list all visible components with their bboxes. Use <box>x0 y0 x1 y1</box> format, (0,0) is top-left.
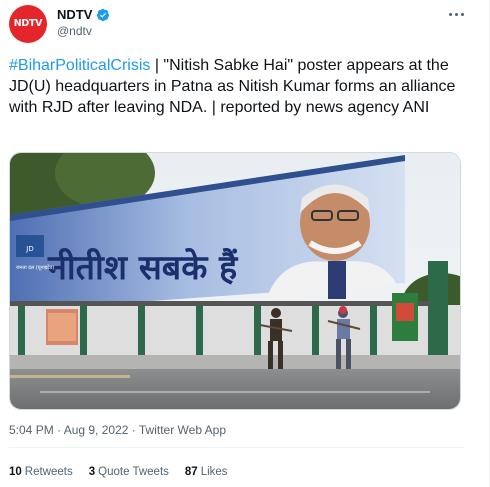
likes-label: Likes <box>200 466 228 478</box>
tweet-media-image[interactable]: JD नीतीश सबके हैं जनता दल (यूनाइटेड) <box>9 152 461 410</box>
author-name-row: NDTV <box>57 7 110 22</box>
author-name[interactable]: NDTV <box>57 7 92 22</box>
quote-tweets-label: Quote Tweets <box>98 466 169 478</box>
likes-count: 87 <box>184 466 198 478</box>
retweets-label: Retweets <box>24 466 73 478</box>
tweet-card: NDTV NDTV @ndtv #BiharPoliticalCrisis | … <box>0 0 490 487</box>
quote-tweets-count: 3 <box>88 466 96 478</box>
svg-text:JD: JD <box>25 245 33 253</box>
more-options-icon[interactable] <box>447 5 465 23</box>
retweets-stat[interactable]: 10 Retweets <box>9 466 73 478</box>
hashtag-link[interactable]: #BiharPoliticalCrisis <box>9 57 150 74</box>
tweet-timestamp[interactable]: 5:04 PM · Aug 9, 2022 · Twitter Web App <box>9 423 226 437</box>
likes-stat[interactable]: 87 Likes <box>185 466 228 478</box>
engagement-stats: 10 Retweets 3 Quote Tweets 87 Likes <box>9 466 244 478</box>
divider <box>9 447 464 448</box>
poster-photo: JD नीतीश सबके हैं जनता दल (यूनाइटेड) <box>10 153 460 409</box>
avatar-logo-text: NDTV <box>13 18 43 29</box>
quote-tweets-stat[interactable]: 3 Quote Tweets <box>89 466 169 478</box>
author-handle[interactable]: @ndtv <box>57 24 92 38</box>
tweet-text: #BiharPoliticalCrisis | "Nitish Sabke Ha… <box>9 55 475 118</box>
poster-headline: नीतीश सबके हैं <box>47 247 239 288</box>
verified-badge-icon <box>97 8 110 21</box>
poster-logo-caption: जनता दल (यूनाइटेड) <box>16 264 54 271</box>
retweets-count: 10 <box>9 466 22 478</box>
avatar[interactable]: NDTV <box>9 5 47 43</box>
